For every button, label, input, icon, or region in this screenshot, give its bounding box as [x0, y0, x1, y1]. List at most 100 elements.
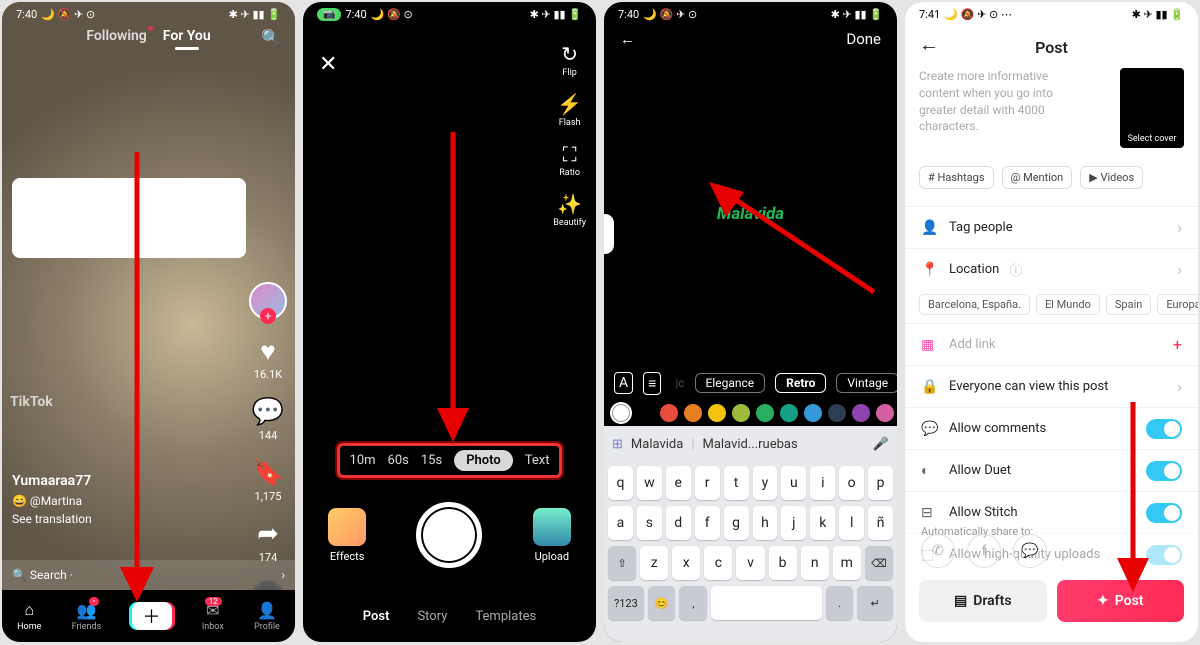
tab-foryou[interactable]: For You [163, 28, 211, 44]
key[interactable]: q [608, 466, 633, 500]
comment-button[interactable]: 💬144 [253, 397, 283, 442]
key[interactable]: ⌫ [865, 546, 893, 580]
chip-mention[interactable]: @ Mention [1002, 166, 1073, 189]
color-swatch[interactable] [660, 404, 678, 422]
location-chip[interactable]: Europa [1157, 294, 1198, 315]
opt-location[interactable]: 📍Location ⓘ› [905, 248, 1198, 290]
key[interactable]: p [868, 466, 893, 500]
key[interactable]: m [833, 546, 861, 580]
nav-home[interactable]: ⌂Home [17, 600, 41, 632]
flash-button[interactable]: ⚡Flash [557, 92, 582, 128]
mode-15s[interactable]: 15s [421, 453, 442, 468]
key[interactable]: . [826, 586, 854, 620]
nav-profile[interactable]: 👤Profile [254, 601, 280, 632]
location-chip[interactable]: El Mundo [1036, 294, 1100, 315]
key[interactable]: x [672, 546, 700, 580]
key[interactable]: d [666, 506, 691, 540]
key[interactable]: r [695, 466, 720, 500]
key[interactable]: s [637, 506, 662, 540]
key[interactable]: ↵ [857, 586, 893, 620]
back-icon[interactable]: ← [620, 30, 635, 48]
key[interactable]: ⇧ [608, 546, 636, 580]
canvas[interactable]: Malavida [604, 56, 897, 372]
color-swatch[interactable] [828, 404, 846, 422]
chip-hashtags[interactable]: # Hashtags [919, 166, 994, 189]
author-avatar[interactable]: + [249, 282, 287, 320]
location-chip[interactable]: Spain [1106, 294, 1151, 315]
opt-comments[interactable]: 💬Allow comments [905, 407, 1198, 449]
key[interactable]: w [637, 466, 662, 500]
mode-60s[interactable]: 60s [388, 453, 409, 468]
share-whatsapp-icon[interactable]: ✆ [921, 534, 955, 568]
search-icon[interactable]: 🔍 [261, 28, 281, 47]
location-chip[interactable]: Barcelona, España. [919, 294, 1030, 315]
save-button[interactable]: 🔖1,175 [253, 458, 283, 503]
nav-friends[interactable]: 👥Friends• [72, 601, 102, 632]
text-style-icon[interactable]: A [614, 372, 633, 394]
color-swatch[interactable] [876, 404, 894, 422]
mode-photo[interactable]: Photo [454, 450, 513, 471]
key[interactable]: k [810, 506, 835, 540]
search-chip[interactable]: 🔍 Search ·› [2, 560, 295, 590]
upload-button[interactable]: Upload [533, 508, 571, 563]
key[interactable]: y [753, 466, 778, 500]
caption-input[interactable]: Create more informative content when you… [919, 68, 1078, 135]
font-retro[interactable]: Retro [775, 373, 826, 393]
key[interactable]: 😊 [648, 586, 676, 620]
key[interactable]: t [724, 466, 749, 500]
key[interactable]: o [839, 466, 864, 500]
done-button[interactable]: Done [846, 30, 881, 48]
key[interactable]: ?123 [608, 586, 644, 620]
mic-icon[interactable]: 🎤 [873, 437, 889, 452]
color-swatch[interactable] [684, 404, 702, 422]
color-swatch[interactable] [852, 404, 870, 422]
nav-inbox[interactable]: ✉Inbox12 [202, 601, 224, 632]
share-facebook-icon[interactable]: f [967, 534, 1001, 568]
tab-templates[interactable]: Templates [475, 609, 536, 624]
color-swatch[interactable] [732, 404, 750, 422]
mode-10m[interactable]: 10m [350, 453, 376, 468]
key[interactable]: v [736, 546, 764, 580]
color-swatch[interactable] [780, 404, 798, 422]
nav-create[interactable]: ＋ [132, 602, 172, 630]
opt-tag-people[interactable]: 👤Tag people› [905, 206, 1198, 248]
key[interactable]: n [801, 546, 829, 580]
key[interactable]: e [666, 466, 691, 500]
key[interactable]: f [695, 506, 720, 540]
like-button[interactable]: ♥16.1K [253, 336, 283, 381]
key[interactable]: u [781, 466, 806, 500]
beautify-button[interactable]: ✨Beautify [553, 192, 586, 228]
font-elegance[interactable]: Elegance [695, 373, 766, 393]
key[interactable]: b [769, 546, 797, 580]
key[interactable]: , [679, 586, 707, 620]
opt-add-link[interactable]: ▦Add link+ [905, 323, 1198, 365]
key[interactable]: g [724, 506, 749, 540]
share-button[interactable]: ➦174 [253, 519, 283, 564]
close-icon[interactable]: ✕ [319, 52, 337, 77]
shutter-button[interactable] [416, 502, 482, 568]
drafts-button[interactable]: ▤ Drafts [919, 580, 1047, 622]
color-swatch[interactable] [756, 404, 774, 422]
align-icon[interactable]: ≡ [643, 372, 661, 395]
opt-duet[interactable]: ◐Allow Duet [905, 449, 1198, 491]
key[interactable]: ñ [868, 506, 893, 540]
text-overlay[interactable]: Malavida [717, 204, 784, 224]
key[interactable]: i [810, 466, 835, 500]
tab-following[interactable]: Following [86, 28, 146, 44]
color-swatch[interactable] [612, 404, 630, 422]
color-swatch[interactable] [636, 404, 654, 422]
key[interactable]: z [640, 546, 668, 580]
suggestion-1[interactable]: Malavida [631, 437, 683, 452]
tab-post[interactable]: Post [363, 609, 390, 624]
ratio-button[interactable]: ⛶Ratio [559, 142, 580, 178]
key[interactable]: c [704, 546, 732, 580]
key[interactable]: h [753, 506, 778, 540]
flip-button[interactable]: ↻Flip [561, 42, 578, 78]
key[interactable]: l [839, 506, 864, 540]
effects-button[interactable]: Effects [328, 508, 366, 563]
key[interactable]: a [608, 506, 633, 540]
tab-story[interactable]: Story [417, 609, 447, 624]
key[interactable]: j [781, 506, 806, 540]
font-vintage[interactable]: Vintage [836, 373, 897, 393]
key[interactable] [711, 586, 821, 620]
